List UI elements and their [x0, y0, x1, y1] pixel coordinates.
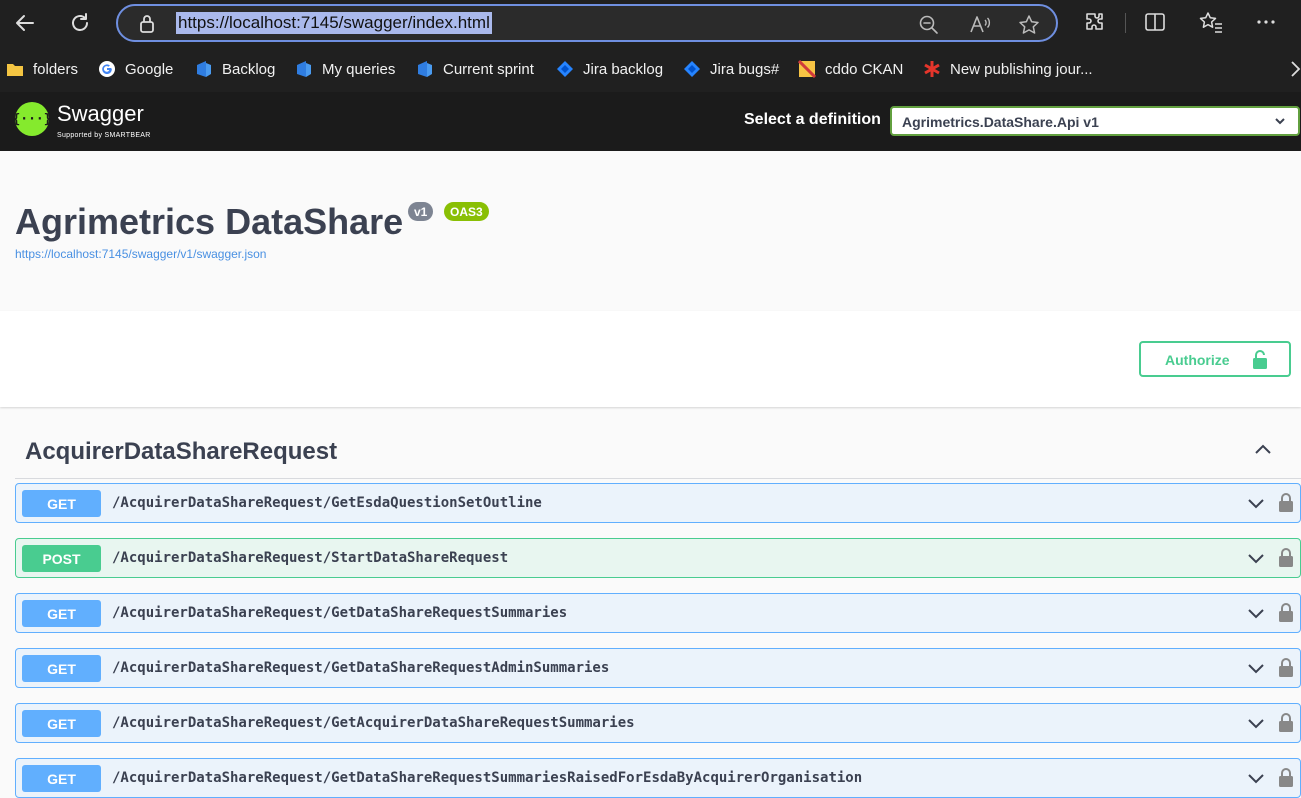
bookmark-my-queries[interactable]: My queries: [295, 58, 395, 80]
favorites-icon[interactable]: [1198, 10, 1224, 34]
bookmark-label: Jira backlog: [583, 60, 664, 78]
operation-path: /AcquirerDataShareRequest/GetDataShareRe…: [112, 770, 863, 786]
google-icon: [99, 61, 115, 77]
method-badge: GET: [22, 655, 101, 682]
extensions-icon[interactable]: [1083, 10, 1107, 34]
back-button[interactable]: [9, 8, 41, 38]
operation-block[interactable]: GET /AcquirerDataShareRequest/GetAcquire…: [15, 703, 1301, 743]
operation-path: /AcquirerDataShareRequest/StartDataShare…: [112, 550, 509, 566]
operation-block[interactable]: GET /AcquirerDataShareRequest/GetDataSha…: [15, 593, 1301, 633]
folder-icon: [7, 64, 23, 76]
swagger-logo-name: Swagger: [57, 101, 144, 126]
ckan-icon: [798, 60, 816, 78]
bookmark-label: Jira bugs#: [710, 60, 780, 78]
bookmark-new-publishing[interactable]: New publishing jour...: [923, 58, 1093, 80]
method-badge: GET: [22, 765, 101, 792]
bookmark-folders[interactable]: folders: [6, 58, 78, 80]
bookmark-label: New publishing jour...: [950, 60, 1093, 78]
lock-icon[interactable]: [1278, 548, 1294, 568]
chevron-down-icon[interactable]: [1246, 607, 1266, 621]
lock-icon[interactable]: [1278, 658, 1294, 678]
bookmark-backlog[interactable]: Backlog: [195, 58, 275, 80]
tag-section-header[interactable]: AcquirerDataShareRequest: [15, 422, 1301, 479]
api-info: Agrimetrics DataShare v1 OAS3 https://lo…: [0, 151, 1301, 311]
favorite-star-icon[interactable]: [1018, 14, 1040, 36]
lock-icon[interactable]: [1278, 768, 1294, 788]
version-badge: v1: [408, 202, 434, 221]
page-title: Agrimetrics DataShare: [15, 201, 404, 242]
swagger-logo-icon: {···}: [12, 102, 52, 136]
toolbar-separator: [1125, 13, 1126, 33]
bookmark-label: My queries: [322, 60, 396, 78]
chevron-down-icon[interactable]: [1246, 717, 1266, 731]
chevron-right-icon[interactable]: [1290, 60, 1301, 78]
select-definition-label: Select a definition: [744, 111, 881, 128]
azure-devops-icon: [418, 61, 432, 77]
method-badge: GET: [22, 490, 101, 517]
chevron-up-icon[interactable]: [1253, 442, 1273, 456]
unlock-icon: [1253, 350, 1267, 369]
chevron-down-icon[interactable]: [1246, 497, 1266, 511]
definition-select-value: Agrimetrics.DataShare.Api v1: [902, 114, 1099, 130]
oas-badge: OAS3: [444, 202, 489, 221]
method-badge: GET: [22, 710, 101, 737]
method-badge: POST: [22, 545, 101, 572]
lock-icon[interactable]: [1278, 493, 1294, 513]
chevron-down-icon[interactable]: [1246, 552, 1266, 566]
azure-devops-icon: [197, 61, 211, 77]
bookmark-label: Google: [125, 60, 174, 78]
bookmarks-bar: folders Google Backlog My queries Curren…: [0, 48, 1301, 88]
operation-block[interactable]: GET /AcquirerDataShareRequest/GetEsdaQue…: [15, 483, 1301, 523]
operation-block[interactable]: GET /AcquirerDataShareRequest/GetDataSha…: [15, 758, 1301, 798]
scheme-container: Authorize: [0, 311, 1301, 407]
browser-toolbar: https://localhost:7145/swagger/index.htm…: [0, 0, 1301, 46]
lock-icon[interactable]: [1278, 603, 1294, 623]
chevron-down-icon: [1275, 118, 1285, 125]
refresh-button[interactable]: [64, 8, 96, 38]
operation-block[interactable]: GET /AcquirerDataShareRequest/GetDataSha…: [15, 648, 1301, 688]
bookmark-google[interactable]: Google: [98, 58, 173, 80]
more-options-icon[interactable]: [1254, 10, 1278, 34]
url-text[interactable]: https://localhost:7145/swagger/index.htm…: [176, 12, 492, 34]
bookmark-jira-bugs[interactable]: Jira bugs#: [683, 58, 779, 80]
jira-icon: [684, 61, 700, 77]
operation-path: /AcquirerDataShareRequest/GetDataShareRe…: [112, 605, 568, 621]
authorize-button[interactable]: Authorize: [1139, 341, 1291, 377]
back-arrow-icon: [16, 15, 34, 31]
bookmark-cddo-ckan[interactable]: cddo CKAN: [798, 58, 903, 80]
operation-path: /AcquirerDataShareRequest/GetAcquirerDat…: [112, 715, 635, 731]
bookmark-label: cddo CKAN: [825, 60, 904, 78]
jira-icon: [557, 61, 573, 77]
bookmark-current-sprint[interactable]: Current sprint: [416, 58, 534, 80]
swagger-logo-subtitle: Supported by SMARTBEAR: [57, 132, 151, 139]
bookmark-jira-backlog[interactable]: Jira backlog: [556, 58, 663, 80]
refresh-icon: [72, 13, 88, 31]
browser-chrome: https://localhost:7145/swagger/index.htm…: [0, 0, 1301, 92]
swagger-json-link[interactable]: https://localhost:7145/swagger/v1/swagge…: [15, 247, 266, 261]
read-aloud-icon[interactable]: [968, 14, 992, 36]
swagger-logo[interactable]: {···} Swagger Supported by SMARTBEAR: [12, 100, 185, 144]
asterisk-icon: [924, 61, 940, 77]
bookmark-label: Backlog: [222, 60, 276, 78]
tag-name: AcquirerDataShareRequest: [25, 438, 338, 465]
chevron-down-icon[interactable]: [1246, 662, 1266, 676]
swagger-topbar: {···} Swagger Supported by SMARTBEAR Sel…: [0, 92, 1301, 151]
chevron-down-icon[interactable]: [1246, 772, 1266, 786]
authorize-label: Authorize: [1165, 352, 1230, 368]
bookmark-label: Current sprint: [443, 60, 534, 78]
azure-devops-icon: [297, 61, 311, 77]
split-screen-icon[interactable]: [1143, 10, 1167, 34]
method-badge: GET: [22, 600, 101, 627]
lock-icon[interactable]: [1278, 713, 1294, 733]
bookmark-label: folders: [33, 60, 79, 78]
operation-block[interactable]: POST /AcquirerDataShareRequest/StartData…: [15, 538, 1301, 578]
operation-path: /AcquirerDataShareRequest/GetDataShareRe…: [112, 660, 610, 676]
address-bar[interactable]: https://localhost:7145/swagger/index.htm…: [116, 4, 1058, 42]
lock-icon[interactable]: [138, 14, 156, 34]
zoom-out-icon[interactable]: [918, 14, 940, 36]
definition-select[interactable]: Agrimetrics.DataShare.Api v1: [890, 106, 1300, 136]
operation-path: /AcquirerDataShareRequest/GetEsdaQuestio…: [112, 495, 542, 511]
